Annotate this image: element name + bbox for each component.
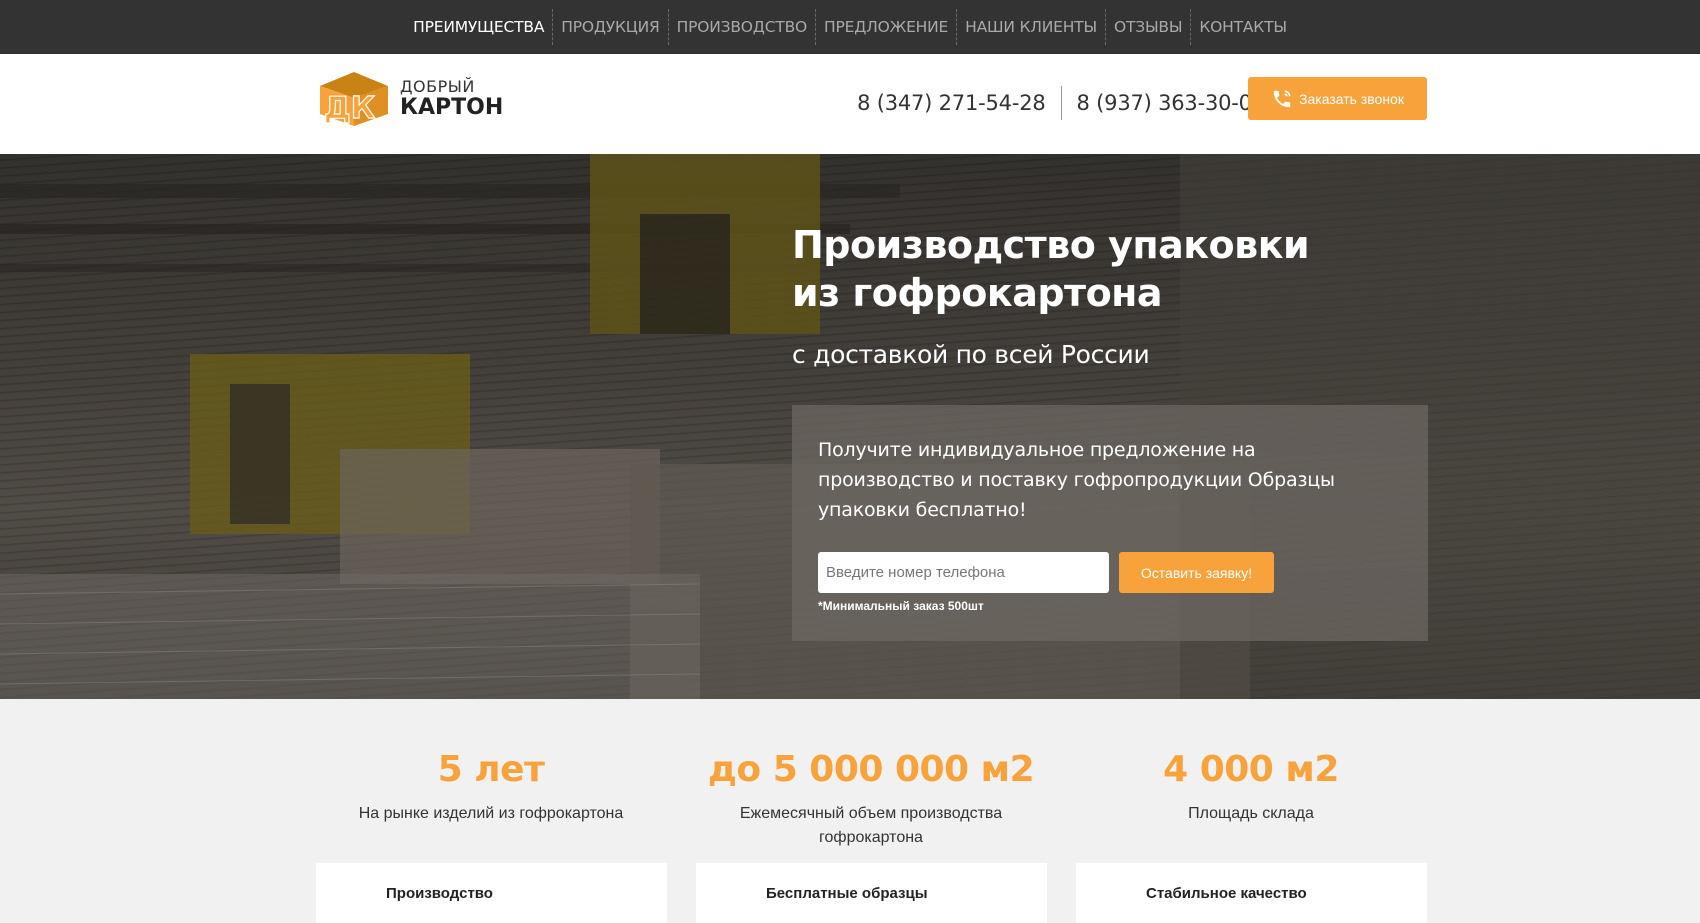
- logo-line-1: ДОБРЫЙ: [400, 77, 475, 96]
- request-call-label: Заказать звонок: [1299, 90, 1404, 107]
- feature-card[interactable]: Производство: [316, 863, 667, 923]
- stat-description: Ежемесячный объем производства гофрокарт…: [739, 805, 1003, 846]
- nav-item-reviews[interactable]: ОТЗЫВЫ: [1104, 9, 1190, 45]
- stat-item: 4 000 м2 Площадь склада: [1076, 749, 1426, 826]
- stats-section: 5 лет На рынке изделий из гофрокартона д…: [0, 699, 1700, 923]
- stat-value: до 5 000 000 м2: [707, 749, 1035, 790]
- phone-input[interactable]: [818, 552, 1109, 593]
- hero-title: Производство упаковки из гофрокартона: [792, 223, 1310, 315]
- feature-card[interactable]: Бесплатные образцы: [696, 863, 1047, 923]
- minimum-order-note: *Минимальный заказ 500шт: [818, 599, 984, 613]
- feature-card-title: Производство: [386, 885, 493, 902]
- logo-line-2: КАРТОН: [400, 95, 504, 120]
- svg-text:ДК: ДК: [324, 91, 376, 126]
- feature-card-title: Стабильное качество: [1146, 885, 1307, 902]
- site-header: ДК ДОБРЫЙ КАРТОН 8 (347) 271-54-28 8 (93…: [0, 54, 1700, 154]
- stat-item: до 5 000 000 м2 Ежемесячный объем произв…: [696, 749, 1046, 850]
- stat-description: Площадь склада: [1188, 805, 1314, 822]
- stat-description: На рынке изделий из гофрокартона: [358, 805, 624, 822]
- submit-request-button[interactable]: Оставить заявку!: [1119, 552, 1274, 593]
- offer-text: Получите индивидуальное предложение на п…: [818, 439, 1335, 521]
- phone-list: 8 (347) 271-54-28 8 (937) 363-30-00: [842, 86, 1280, 120]
- nav-item-clients[interactable]: НАШИ КЛИЕНТЫ: [956, 9, 1105, 45]
- nav-item-advantages[interactable]: ПРЕИМУЩЕСТВА: [405, 9, 552, 45]
- hero-subtitle: с доставкой по всей России: [792, 340, 1150, 369]
- phone-number-1[interactable]: 8 (347) 271-54-28: [842, 91, 1060, 115]
- feature-card-title: Бесплатные образцы: [766, 885, 928, 902]
- offer-form: Оставить заявку!: [818, 552, 1402, 593]
- phone-icon: [1273, 89, 1291, 107]
- nav-item-contacts[interactable]: КОНТАКТЫ: [1190, 9, 1294, 45]
- nav-item-production[interactable]: ПРОИЗВОДСТВО: [667, 9, 815, 45]
- stat-value: 4 000 м2: [1163, 749, 1339, 790]
- logo-text: ДОБРЫЙ КАРТОН: [400, 79, 503, 119]
- top-navigation: ПРЕИМУЩЕСТВА ПРОДУКЦИЯ ПРОИЗВОДСТВО ПРЕД…: [0, 0, 1700, 54]
- stat-value: 5 лет: [437, 749, 545, 790]
- stat-item: 5 лет На рынке изделий из гофрокартона: [316, 749, 666, 826]
- nav-item-offer[interactable]: ПРЕДЛОЖЕНИЕ: [815, 9, 956, 45]
- feature-card[interactable]: Стабильное качество: [1076, 863, 1427, 923]
- logo[interactable]: ДК ДОБРЫЙ КАРТОН: [316, 68, 503, 130]
- offer-form-panel: Получите индивидуальное предложение на п…: [792, 405, 1428, 641]
- logo-mark-icon: ДК: [320, 72, 388, 127]
- nav-item-products[interactable]: ПРОДУКЦИЯ: [552, 9, 667, 45]
- hero-section: Производство упаковки из гофрокартона с …: [0, 154, 1700, 699]
- request-call-button[interactable]: Заказать звонок: [1248, 77, 1427, 120]
